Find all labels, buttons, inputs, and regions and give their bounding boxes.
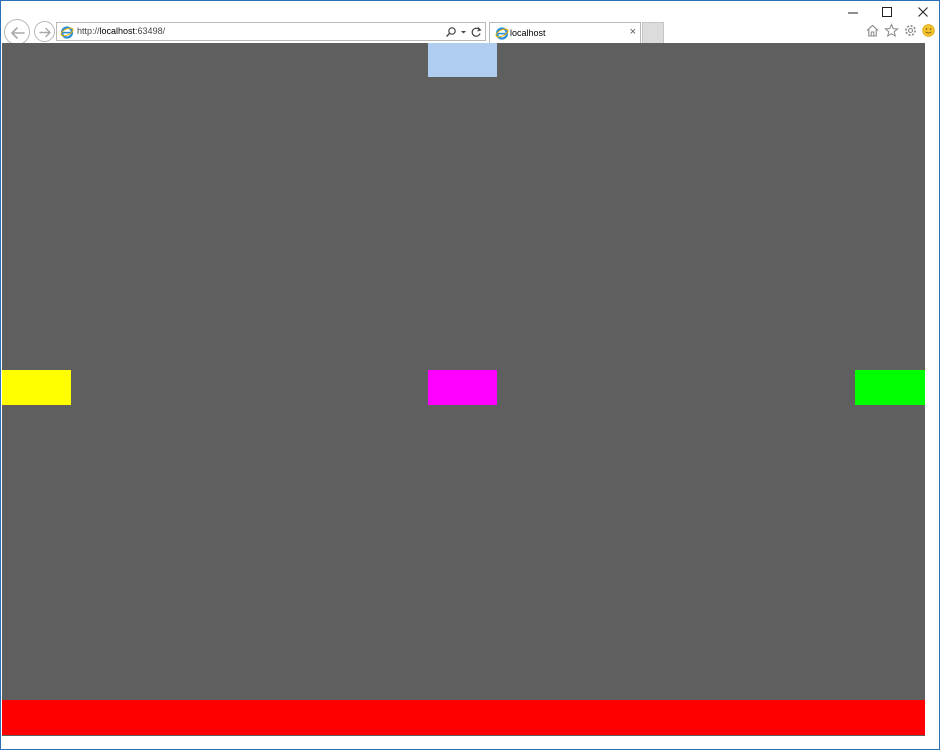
smiley-icon[interactable] — [922, 24, 935, 37]
maximize-button[interactable] — [877, 4, 897, 20]
close-window-button[interactable] — [913, 4, 933, 20]
minimize-button[interactable] — [843, 4, 863, 20]
browser-toolbar: http://localhost:63498/ localhost × — [1, 1, 939, 45]
browser-window: http://localhost:63498/ localhost × — [0, 0, 940, 750]
url-port-path: :63498/ — [135, 26, 166, 36]
tab-title: localhost — [510, 28, 546, 38]
chevron-down-icon[interactable] — [460, 26, 467, 38]
red-block — [2, 700, 925, 735]
scrollbar-gutter — [925, 43, 939, 736]
browser-tool-icons — [865, 23, 935, 38]
forward-arrow-icon — [39, 27, 51, 38]
url-text[interactable]: http://localhost:63498/ — [77, 26, 165, 36]
magenta-block — [428, 370, 497, 405]
tab-localhost[interactable]: localhost × — [489, 22, 641, 43]
url-host: localhost — [99, 26, 136, 36]
home-icon[interactable] — [865, 23, 880, 38]
address-bar-tools — [445, 25, 482, 39]
new-tab-button[interactable] — [642, 22, 664, 43]
gear-icon[interactable] — [903, 23, 918, 38]
search-icon[interactable] — [445, 26, 457, 38]
star-icon[interactable] — [884, 23, 899, 38]
minimize-icon — [848, 12, 858, 14]
ie-logo-icon — [495, 27, 509, 40]
light-blue-block — [428, 43, 497, 77]
maximize-icon — [882, 7, 892, 17]
tab-close-button[interactable]: × — [630, 26, 636, 38]
forward-button[interactable] — [34, 21, 55, 42]
green-block — [855, 370, 925, 405]
yellow-block — [2, 370, 71, 405]
page-viewport[interactable] — [2, 43, 925, 736]
address-bar[interactable]: http://localhost:63498/ — [56, 22, 486, 41]
back-button[interactable] — [4, 19, 30, 45]
refresh-icon[interactable] — [470, 26, 482, 38]
ie-logo-icon — [60, 26, 74, 39]
close-icon — [918, 7, 928, 17]
url-prefix: http:// — [77, 26, 100, 36]
